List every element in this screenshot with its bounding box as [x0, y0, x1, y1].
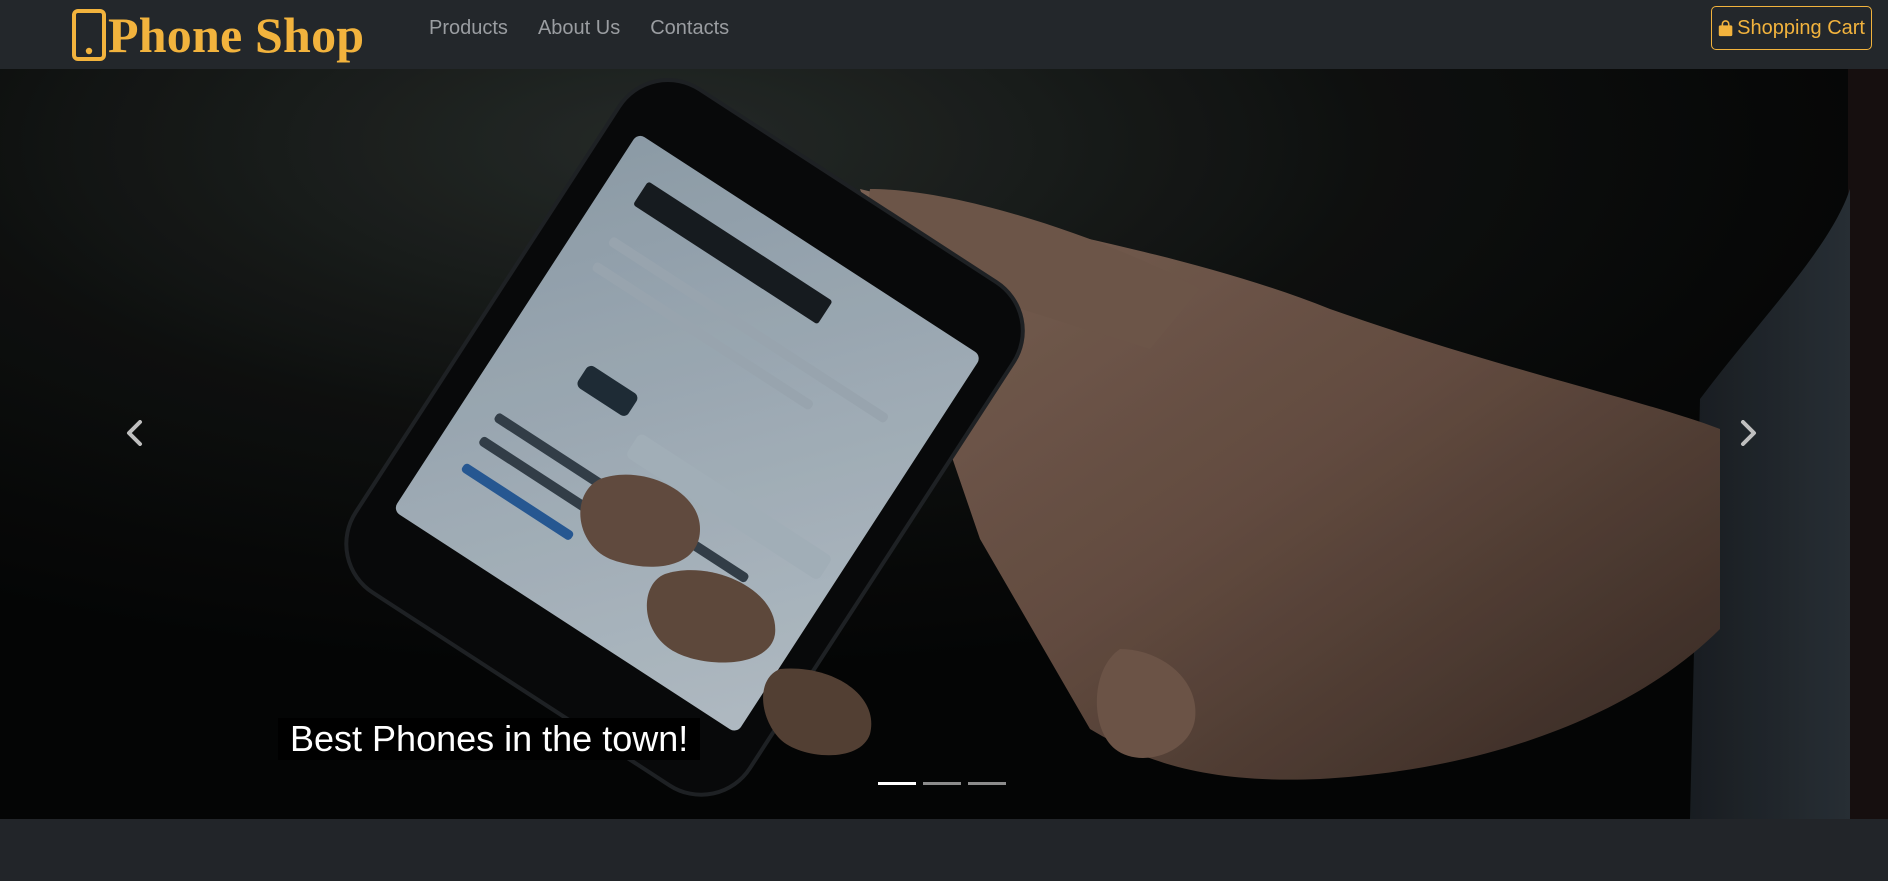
- shopping-bag-icon: [1718, 19, 1733, 36]
- nav-link-about-us[interactable]: About Us: [538, 17, 620, 40]
- brand-logo[interactable]: Phone Shop: [72, 0, 364, 69]
- shopping-cart-button[interactable]: Shopping Cart: [1711, 6, 1872, 50]
- nav-link-products[interactable]: Products: [429, 17, 508, 40]
- nav-link-contacts[interactable]: Contacts: [650, 17, 729, 40]
- carousel-next-button[interactable]: [1728, 413, 1768, 453]
- navbar: Phone Shop Products About Us Contacts Sh…: [0, 0, 1888, 69]
- carousel-indicator-1[interactable]: [878, 782, 916, 785]
- nav-links: Products About Us Contacts: [429, 0, 759, 56]
- shopping-cart-label: Shopping Cart: [1737, 16, 1865, 39]
- carousel-prev-button[interactable]: [115, 413, 155, 453]
- hero-image: [0, 69, 1888, 819]
- carousel-indicator-2[interactable]: [923, 782, 961, 785]
- brand-name: Phone Shop: [108, 6, 365, 63]
- phone-icon: [72, 8, 106, 61]
- hero-carousel: Best Phones in the town!: [0, 69, 1888, 819]
- chevron-left-icon: [127, 420, 142, 446]
- chevron-right-icon: [1741, 420, 1756, 446]
- carousel-indicators: [878, 782, 1013, 785]
- carousel-caption: Best Phones in the town!: [278, 718, 701, 760]
- carousel-indicator-3[interactable]: [968, 782, 1006, 785]
